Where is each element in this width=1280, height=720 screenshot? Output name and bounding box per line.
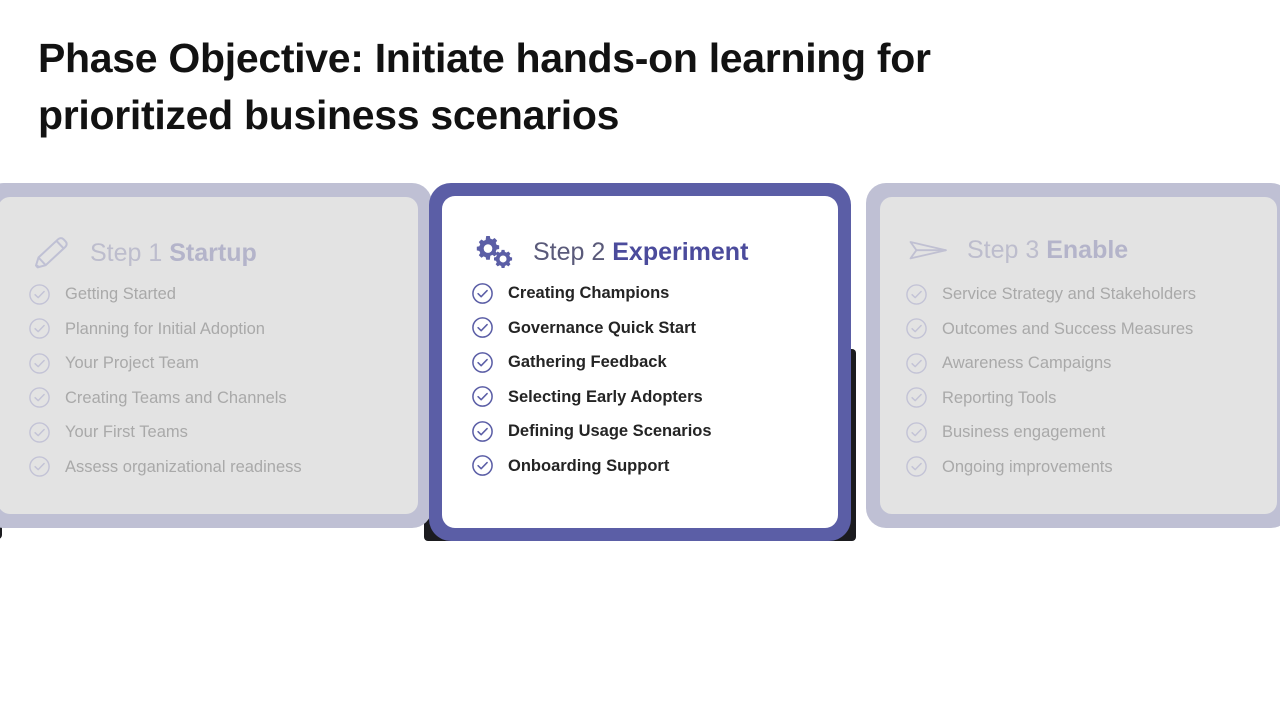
step-name-label: Startup bbox=[169, 239, 257, 267]
step-number-label: Step 3 bbox=[967, 236, 1040, 264]
step-card-surface: Step 1 Startup Getting Started Planning … bbox=[0, 197, 418, 514]
check-circle-icon bbox=[472, 282, 493, 304]
pencil-icon bbox=[35, 237, 68, 269]
checklist-item-label: Onboarding Support bbox=[508, 456, 670, 475]
step-card-experiment[interactable]: Step 2 Experiment Creating Champions Gov… bbox=[429, 183, 851, 541]
checklist-item[interactable]: Defining Usage Scenarios bbox=[471, 414, 712, 449]
step-name-label: Experiment bbox=[612, 238, 749, 266]
checklist-item-label: Awareness Campaigns bbox=[942, 354, 1112, 373]
step-card-title: Step 1 Startup bbox=[90, 238, 257, 268]
check-circle-icon bbox=[29, 456, 50, 478]
check-circle-icon bbox=[472, 351, 493, 373]
checklist-item-label: Reporting Tools bbox=[942, 388, 1057, 407]
checklist-item[interactable]: Reporting Tools bbox=[905, 381, 1196, 416]
checklist-item[interactable]: Your First Teams bbox=[28, 415, 302, 450]
step-card-surface: Step 2 Experiment Creating Champions Gov… bbox=[442, 196, 838, 528]
checklist-item-label: Selecting Early Adopters bbox=[508, 387, 703, 406]
step-card-startup[interactable]: Step 1 Startup Getting Started Planning … bbox=[0, 183, 432, 528]
check-circle-icon bbox=[472, 317, 493, 339]
step-card-title: Step 2 Experiment bbox=[533, 237, 748, 267]
checklist-item[interactable]: Business engagement bbox=[905, 415, 1196, 450]
check-circle-icon bbox=[906, 456, 927, 478]
step-card-checklist: Getting Started Planning for Initial Ado… bbox=[28, 277, 302, 484]
phase-steps-strip: Step 1 Startup Getting Started Planning … bbox=[0, 183, 1280, 543]
checklist-item-label: Assess organizational readiness bbox=[65, 457, 302, 476]
gears-icon bbox=[476, 236, 513, 268]
checklist-item-label: Your First Teams bbox=[65, 423, 188, 442]
check-circle-icon bbox=[472, 455, 493, 477]
checklist-item-label: Creating Champions bbox=[508, 284, 670, 303]
checklist-item[interactable]: Onboarding Support bbox=[471, 449, 712, 484]
checklist-item[interactable]: Creating Teams and Channels bbox=[28, 381, 302, 416]
check-circle-icon bbox=[906, 283, 927, 305]
check-circle-icon bbox=[29, 352, 50, 374]
check-circle-icon bbox=[472, 386, 493, 408]
checklist-item-label: Service Strategy and Stakeholders bbox=[942, 285, 1197, 304]
check-circle-icon bbox=[29, 283, 50, 305]
checklist-item[interactable]: Selecting Early Adopters bbox=[471, 380, 712, 415]
step-number-label: Step 1 bbox=[90, 239, 163, 267]
check-circle-icon bbox=[29, 387, 50, 409]
check-circle-icon bbox=[29, 421, 50, 443]
checklist-item-label: Gathering Feedback bbox=[508, 353, 667, 372]
checklist-item[interactable]: Service Strategy and Stakeholders bbox=[905, 277, 1196, 312]
checklist-item-label: Governance Quick Start bbox=[508, 318, 696, 337]
checklist-item-label: Defining Usage Scenarios bbox=[508, 422, 712, 441]
page-title: Phase Objective: Initiate hands-on learn… bbox=[38, 35, 931, 138]
check-circle-icon bbox=[29, 318, 50, 340]
checklist-item-label: Planning for Initial Adoption bbox=[65, 319, 265, 338]
checklist-item-label: Business engagement bbox=[942, 423, 1106, 442]
checklist-item-label: Outcomes and Success Measures bbox=[942, 319, 1194, 338]
checklist-item[interactable]: Creating Champions bbox=[471, 276, 712, 311]
step-card-surface: Step 3 Enable Service Strategy and Stake… bbox=[880, 197, 1277, 514]
step-card-header: Step 2 Experiment bbox=[471, 232, 748, 272]
checklist-item[interactable]: Your Project Team bbox=[28, 346, 302, 381]
checklist-item[interactable]: Outcomes and Success Measures bbox=[905, 312, 1196, 347]
checklist-item[interactable]: Governance Quick Start bbox=[471, 311, 712, 346]
step-card-header: Step 3 Enable bbox=[905, 230, 1128, 270]
step-card-enable[interactable]: Step 3 Enable Service Strategy and Stake… bbox=[866, 183, 1280, 528]
paper-plane-icon bbox=[909, 241, 947, 260]
check-circle-icon bbox=[906, 421, 927, 443]
checklist-item-label: Creating Teams and Channels bbox=[65, 388, 287, 407]
checklist-item[interactable]: Assess organizational readiness bbox=[28, 450, 302, 485]
checklist-item[interactable]: Awareness Campaigns bbox=[905, 346, 1196, 381]
check-circle-icon bbox=[906, 318, 927, 340]
step-card-checklist: Service Strategy and Stakeholders Outcom… bbox=[905, 277, 1196, 484]
step-card-checklist: Creating Champions Governance Quick Star… bbox=[471, 276, 712, 483]
check-circle-icon bbox=[906, 352, 927, 374]
checklist-item[interactable]: Gathering Feedback bbox=[471, 345, 712, 380]
checklist-item-label: Getting Started bbox=[65, 285, 176, 304]
checklist-item[interactable]: Getting Started bbox=[28, 277, 302, 312]
check-circle-icon bbox=[906, 387, 927, 409]
checklist-item-label: Your Project Team bbox=[65, 354, 199, 373]
checklist-item[interactable]: Ongoing improvements bbox=[905, 450, 1196, 485]
step-card-title: Step 3 Enable bbox=[967, 235, 1128, 265]
step-card-header: Step 1 Startup bbox=[28, 233, 257, 273]
step-name-label: Enable bbox=[1046, 236, 1129, 264]
step-number-label: Step 2 bbox=[533, 238, 606, 266]
checklist-item[interactable]: Planning for Initial Adoption bbox=[28, 312, 302, 347]
check-circle-icon bbox=[472, 420, 493, 442]
checklist-item-label: Ongoing improvements bbox=[942, 457, 1113, 476]
